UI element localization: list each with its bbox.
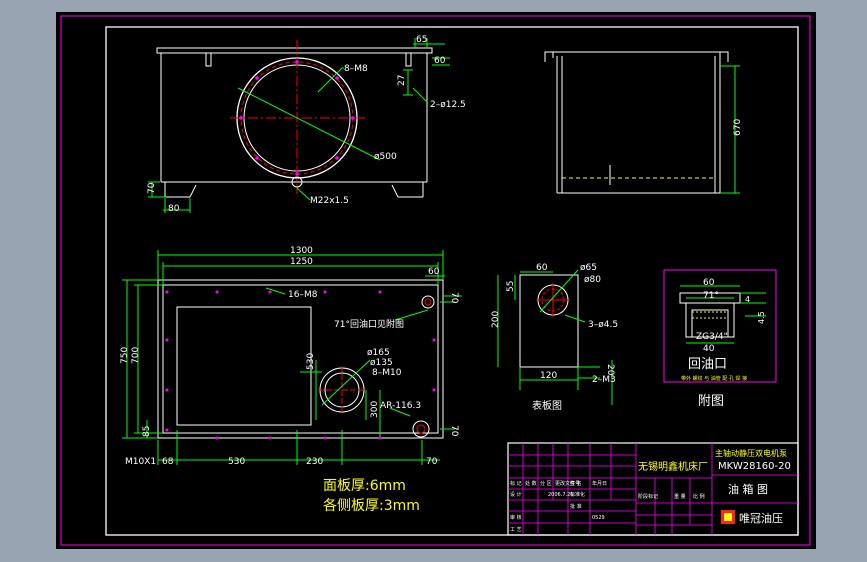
top-dim-1300: 1300 <box>290 246 313 256</box>
tb-col-date: 年月日 <box>592 480 607 487</box>
top-bolt-m10-label: 8–M10 <box>372 368 402 378</box>
port-dim-4-5: 4.5 <box>757 311 766 324</box>
note-line-2: 各侧板厚:3mm <box>323 498 420 514</box>
front-dim-80: 80 <box>168 204 180 214</box>
port-dim-40: 40 <box>703 344 715 354</box>
front-dim-65: 65 <box>416 35 427 45</box>
top-m10-label: M10X1 <box>125 457 156 467</box>
port-dim-zg: ZG3/4" <box>696 332 728 342</box>
side-dim-670: 670 <box>733 119 743 136</box>
top-dim-1250: 1250 <box>290 257 313 267</box>
top-dim-70-right: 70 <box>449 292 459 304</box>
top-dim-70-bottom-right: 70 <box>449 425 459 437</box>
front-dim-60: 60 <box>434 56 446 66</box>
tb-std: 标准化 <box>570 491 585 498</box>
port-dim-60: 60 <box>703 278 715 288</box>
tb-col-count: 处 数 <box>525 480 537 487</box>
top-dim-700: 700 <box>131 347 141 364</box>
tb-row-design: 设 计 <box>510 491 522 498</box>
plate-dim-2m3: 2–M3 <box>592 375 616 385</box>
top-dim-530v: 530 <box>306 353 316 370</box>
tb-row-mark: 标 记 <box>510 480 522 487</box>
front-dim-27: 27 <box>397 75 407 86</box>
top-dim-85: 85 <box>142 426 152 437</box>
port-caption: 附图 <box>698 394 724 409</box>
plate-dim-120: 120 <box>540 371 557 381</box>
plate-dim-d65: ø65 <box>580 263 597 273</box>
tb-brand: 唯冠油压 <box>739 511 783 525</box>
tb-row-process: 工 艺 <box>510 527 522 533</box>
note-line-1: 面板厚:6mm <box>323 478 406 494</box>
top-dim-750: 750 <box>120 347 130 364</box>
tb-product: 主轴动静压双电机泵 <box>715 448 787 458</box>
top-ar-label: AR-116.3 <box>380 401 421 411</box>
tb-row-review: 审 核 <box>510 514 522 521</box>
tb-weight: 重 量 <box>674 493 686 500</box>
plate-dim-d80: ø80 <box>584 275 601 285</box>
plate-dim-60: 60 <box>536 263 548 273</box>
tb-stage-mark: 阶段标记 <box>638 493 658 500</box>
tb-col-sign: 签 名 <box>570 480 582 487</box>
top-dim-70-bottom: 70 <box>426 457 438 467</box>
cad-drawing-canvas: 65 60 27 2–ø12.5 8–M8 ø500 M22x1.5 70 80… <box>56 12 816 549</box>
plate-dim-200: 200 <box>491 311 501 328</box>
tb-code: 0529 <box>592 515 605 521</box>
front-dim-70: 70 <box>147 182 157 194</box>
front-hole-label: 2–ø12.5 <box>430 100 466 110</box>
plate-dim-3d45: 3–ø4.5 <box>588 320 618 330</box>
top-dim-300: 300 <box>370 401 380 418</box>
top-bolt-label: 16–M8 <box>288 290 318 300</box>
port-title: 回油口 <box>688 357 727 372</box>
top-return-port-label: 71°回油口见附图 <box>334 318 404 330</box>
tb-drawing-name: 油 箱 图 <box>728 482 768 496</box>
front-diameter-label: ø500 <box>374 152 397 162</box>
tb-model: MKW28160-20 <box>718 461 791 472</box>
port-dim-4: 4 <box>745 295 750 304</box>
tb-company: 无锡明鑫机床厂 <box>638 460 708 473</box>
top-dim-68: 68 <box>162 457 174 467</box>
top-dim-d135: ø135 <box>370 358 393 368</box>
top-dim-60: 60 <box>428 267 440 277</box>
top-dim-230: 230 <box>306 457 323 467</box>
front-bolt-label: 8–M8 <box>344 64 368 74</box>
port-dim-71: 71° <box>703 291 719 301</box>
tb-col-zone: 分 区 <box>540 480 552 487</box>
plate-dim-20: 20 <box>605 364 615 376</box>
top-dim-530h: 530 <box>228 457 245 467</box>
tb-scale: 比 例 <box>693 493 705 500</box>
plate-dim-55: 55 <box>506 281 516 292</box>
plate-caption: 表板图 <box>532 399 562 412</box>
port-note: 带外 螺纹 与 油管 配 孔 焊 接 <box>681 375 747 382</box>
front-drain-label: M22x1.5 <box>310 196 349 206</box>
top-dim-d165: ø165 <box>367 348 390 358</box>
tb-approve: 批 准 <box>570 503 582 510</box>
